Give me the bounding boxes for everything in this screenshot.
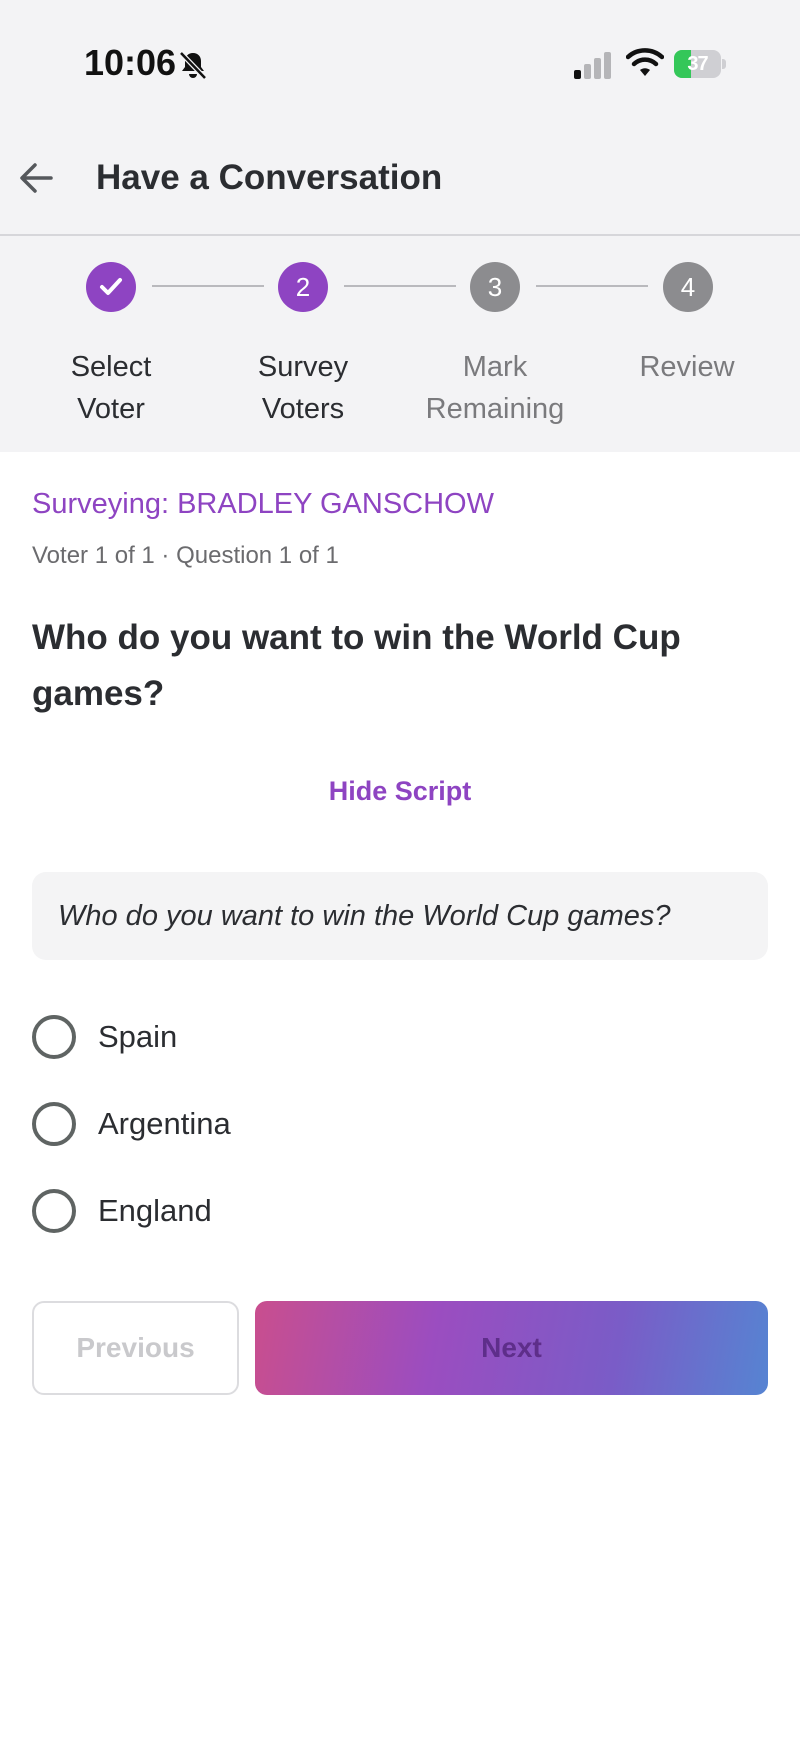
step-3-label: Mark Remaining [400, 346, 590, 430]
radio-button[interactable] [32, 1015, 76, 1059]
answer-option-argentina[interactable]: Argentina [32, 1099, 632, 1149]
bell-muted-icon [179, 51, 207, 80]
survey-progress: Voter 1 of 1 · Question 1 of 1 [32, 542, 339, 569]
battery-icon: 37 [674, 50, 726, 78]
step-connector [344, 285, 456, 287]
radio-button[interactable] [32, 1189, 76, 1233]
step-3-label-line1: Mark [462, 351, 528, 383]
step-4-indicator: 4 [663, 262, 713, 312]
previous-button[interactable]: Previous [32, 1301, 239, 1395]
answer-option-england[interactable]: England [32, 1186, 632, 1236]
step-1-label: Select Voter [16, 346, 206, 430]
stepper: 2 3 4 Select Voter Survey Voters Mark Re… [0, 236, 800, 452]
step-1-label-line2: Voter [77, 393, 145, 425]
wifi-icon [626, 48, 664, 76]
step-1-label-line1: Select [70, 351, 152, 383]
app-header: Have a Conversation [0, 130, 800, 236]
step-2-label-line2: Voters [261, 393, 345, 425]
checkmark-icon [100, 278, 122, 295]
status-bar: 10:06 37 [0, 0, 800, 130]
option-label: Argentina [98, 1106, 231, 1141]
step-2-label-line1: Survey [257, 351, 349, 383]
question-heading: Who do you want to win the World Cup gam… [32, 618, 681, 713]
arrow-left-icon [20, 163, 53, 193]
next-button[interactable]: Next [255, 1301, 768, 1395]
step-4-label-line1: Review [639, 351, 735, 383]
hide-script-button[interactable]: Hide Script [0, 776, 800, 807]
battery-level: 37 [687, 53, 708, 75]
step-2-label: Survey Voters [208, 346, 398, 430]
option-label: Spain [98, 1019, 178, 1054]
step-connector [536, 285, 648, 287]
back-button[interactable] [14, 156, 58, 200]
script-text: Who do you want to win the World Cup gam… [32, 872, 768, 960]
step-1-indicator [86, 262, 136, 312]
step-4-label: Review [592, 346, 782, 388]
step-3-indicator: 3 [470, 262, 520, 312]
step-2-indicator: 2 [278, 262, 328, 312]
option-label: England [98, 1193, 212, 1228]
answer-option-spain[interactable]: Spain [32, 1012, 632, 1062]
cellular-signal-icon [574, 52, 611, 79]
status-time: 10:06 [84, 42, 177, 83]
page-title: Have a Conversation [96, 158, 443, 197]
step-connector [152, 285, 264, 287]
surveying-voter-label: Surveying: BRADLEY GANSCHOW [32, 488, 494, 520]
radio-button[interactable] [32, 1102, 76, 1146]
step-3-label-line2: Remaining [425, 393, 565, 425]
